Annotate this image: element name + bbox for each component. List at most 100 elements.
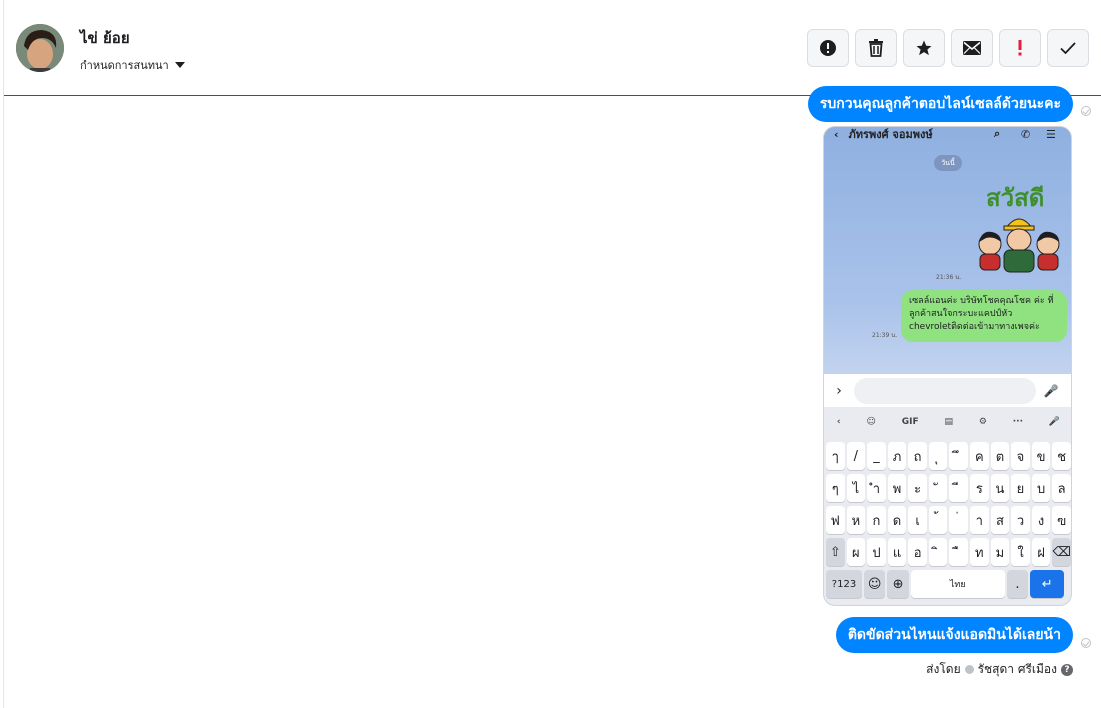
- chevron-right-icon: ›: [836, 382, 842, 399]
- keyboard-key: ฃ: [1052, 506, 1071, 534]
- keyboard-key: ว: [1011, 506, 1030, 534]
- keyboard-tool: GIF: [901, 417, 919, 427]
- keyboard-key: ้: [928, 506, 948, 534]
- keyboard-row: ๅ/_ภถุึคตจขช: [826, 442, 1071, 470]
- keyboard-key: ท: [970, 538, 989, 566]
- contact-name: ไข่ ย้อย: [80, 29, 130, 47]
- keyboard-key: ใ: [1011, 538, 1030, 566]
- keyboard-key: ร: [970, 474, 989, 502]
- keyboard-key: ะ: [908, 474, 927, 502]
- line-message-bubble: เซลล์แอนค่ะ บริษัทโชคคุณโชค ค่ะ ที่ลูกค้…: [901, 290, 1067, 342]
- keyboard-key-period: .: [1006, 570, 1029, 598]
- keyboard-key: _: [867, 442, 886, 470]
- trash-icon: [869, 39, 883, 57]
- keyboard-row: ?123 ☺ ⊕ ไทย. ↵: [826, 570, 1071, 598]
- keyboard-key: ส: [990, 506, 1010, 534]
- keyboard-key: ึ: [949, 442, 969, 470]
- alert-circle-icon: [820, 40, 836, 56]
- keyboard-key: ย: [1011, 474, 1030, 502]
- keyboard-key-enter: ↵: [1030, 570, 1065, 598]
- message-bubble[interactable]: รบกวนคุณลูกค้าตอบไลน์เซลล์ด้วยนะคะ: [807, 86, 1073, 122]
- day-pill: วันนี้: [934, 155, 962, 171]
- delete-button[interactable]: [855, 29, 897, 67]
- avatar[interactable]: [16, 24, 64, 72]
- keyboard-key-emoji: ☺: [864, 570, 886, 598]
- keyboard-tool: ⚙: [978, 417, 987, 427]
- keyboard-key: ⌫: [1052, 538, 1071, 566]
- priority-button[interactable]: [999, 29, 1041, 67]
- caret-down-icon: [174, 62, 185, 68]
- keyboard-key: ⇧: [826, 538, 845, 566]
- keyboard-row: ๆไำพะัีรนยบล: [826, 474, 1071, 502]
- keyboard-key: อ: [908, 538, 927, 566]
- greeting-sticker: สวัสดี: [974, 182, 1064, 277]
- keyboard-keys: ๅ/_ภถุึคตจขชๆไำพะัีรนยบลฟหกดเ้่าสวงฃ ⇧ผปแ…: [826, 442, 1071, 602]
- keyboard-key: ิ: [928, 538, 948, 566]
- keyboard-toolbar: ‹ ☺ GIF ▤ ⚙ ··· 🎤: [824, 407, 1071, 437]
- back-icon: ‹: [834, 127, 839, 141]
- keyboard-tool: ···: [1012, 417, 1023, 427]
- keyboard-key: ง: [1031, 506, 1051, 534]
- keyboard-key: ต: [990, 442, 1010, 470]
- status-dot-icon: [964, 665, 974, 674]
- keyboard-tool: ☺: [866, 417, 876, 427]
- seen-check-icon: [1081, 106, 1091, 116]
- keyboard-key: า: [970, 506, 989, 534]
- check-icon: [1060, 42, 1076, 55]
- sent-by-label: ส่งโดย: [926, 662, 961, 676]
- keyboard-key: ค: [970, 442, 989, 470]
- keyboard-key-space: ไทย: [910, 570, 1005, 598]
- keyboard-key: ข: [1031, 442, 1051, 470]
- keyboard-key: เ: [908, 506, 927, 534]
- keyboard-key: น: [990, 474, 1010, 502]
- line-input-row: › 🎤: [824, 374, 1071, 407]
- line-contact-name: ภัทรพงศ์ จอมพงษ์: [848, 128, 933, 141]
- avatar-image: [16, 24, 64, 72]
- sender-name: รัชสุดา ศรีเมือง: [977, 662, 1057, 676]
- keyboard-key: ฟ: [826, 506, 845, 534]
- keyboard-key: ่: [949, 506, 969, 534]
- keyboard-key: ื: [949, 538, 969, 566]
- sent-by-line: ส่งโดย รัชสุดา ศรีเมือง ?: [926, 660, 1073, 679]
- left-rail: [0, 0, 4, 708]
- message-bubble[interactable]: ติดขัดส่วนไหนแจ้งแอดมินได้เลยน้า: [835, 617, 1073, 653]
- keyboard-key: ฝ: [1031, 538, 1051, 566]
- phone-icon: ✆: [1021, 127, 1031, 141]
- help-icon[interactable]: ?: [1061, 663, 1073, 676]
- mark-unread-button[interactable]: [951, 29, 993, 67]
- keyboard-row: ฟหกดเ้่าสวงฃ: [826, 506, 1071, 534]
- keyboard-key: พ: [887, 474, 907, 502]
- done-button[interactable]: [1047, 29, 1089, 67]
- line-chat-area: ‹ ภัทรพงศ์ จอมพงษ์ ⌕ ✆ ☰ วันนี้ สวัสดี 2…: [824, 127, 1071, 374]
- keyboard-key-globe: ⊕: [887, 570, 909, 598]
- message-time: 21:39 น.: [872, 332, 898, 339]
- keyboard-key: ม: [990, 538, 1010, 566]
- attached-screenshot[interactable]: ‹ ภัทรพงศ์ จอมพงษ์ ⌕ ✆ ☰ วันนี้ สวัสดี 2…: [823, 126, 1072, 606]
- keyboard-key: ๅ: [826, 442, 845, 470]
- star-button[interactable]: [903, 29, 945, 67]
- keyboard-key-sym: ?123: [826, 570, 862, 598]
- action-toolbar: [807, 29, 1089, 67]
- keyboard-key: ถ: [908, 442, 927, 470]
- keyboard-key: แ: [887, 538, 907, 566]
- assign-conversation-dropdown[interactable]: กำหนดการสนทนา: [80, 56, 185, 74]
- keyboard-tool: 🎤: [1048, 417, 1061, 427]
- keyboard-key: ก: [867, 506, 886, 534]
- message-time: 21:36 น.: [936, 274, 962, 281]
- keyboard-key: จ: [1011, 442, 1030, 470]
- keyboard-tool: ‹: [836, 417, 841, 427]
- star-icon: [916, 40, 932, 56]
- exclamation-icon: [1018, 40, 1022, 56]
- keyboard-key: ช: [1052, 442, 1071, 470]
- assign-label: กำหนดการสนทนา: [80, 59, 169, 72]
- keyboard-key: ๆ: [826, 474, 845, 502]
- keyboard-key: ภ: [887, 442, 907, 470]
- line-chat-topbar: ‹ ภัทรพงศ์ จอมพงษ์ ⌕ ✆ ☰: [824, 127, 1071, 141]
- sticker-text: สวัสดี: [986, 184, 1044, 212]
- keyboard-key: ไ: [846, 474, 866, 502]
- keyboard-key: ำ: [867, 474, 886, 502]
- envelope-icon: [963, 41, 981, 55]
- spam-button[interactable]: [807, 29, 849, 67]
- keyboard-row: ⇧ผปแอิืทมใฝ⌫: [826, 538, 1071, 566]
- keyboard-key: ห: [846, 506, 866, 534]
